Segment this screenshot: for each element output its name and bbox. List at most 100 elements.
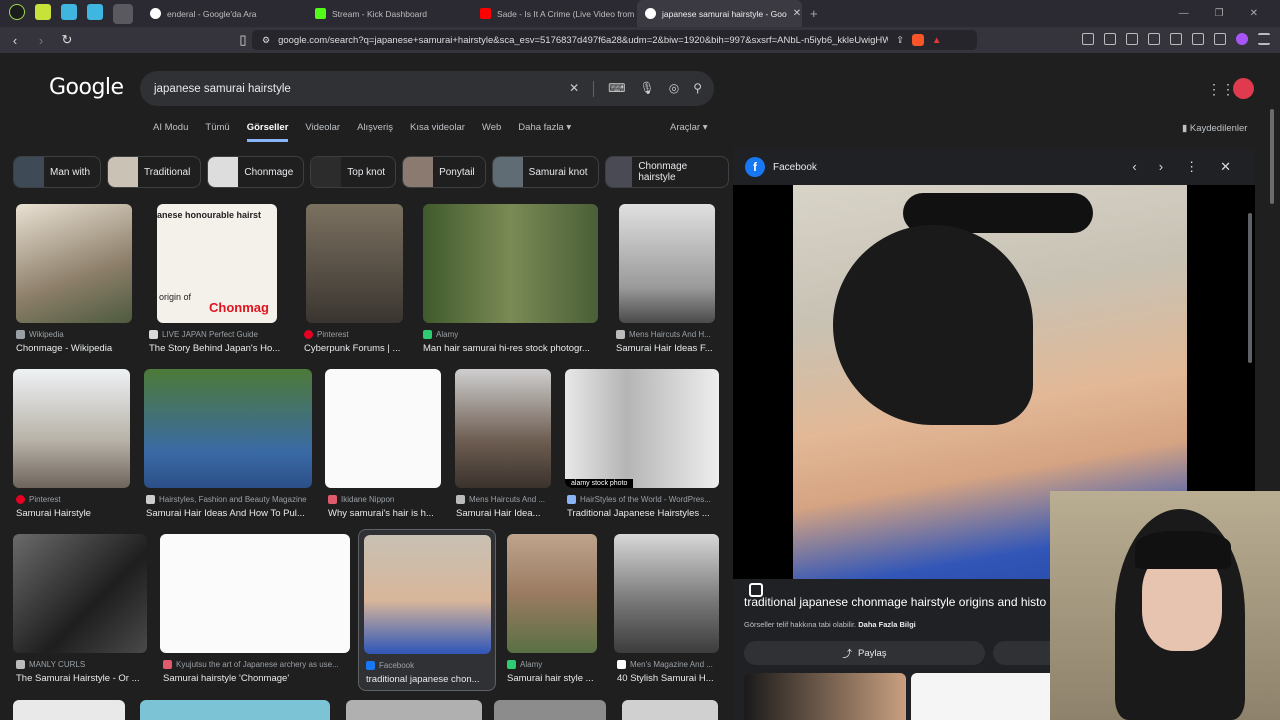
sidebar-icon[interactable] bbox=[1148, 33, 1160, 45]
share-button[interactable]: ⤴ Paylaş bbox=[744, 641, 985, 665]
related-image[interactable] bbox=[911, 673, 1061, 720]
image-result[interactable]: Ikidane Nippon Why samurai's hair is h..… bbox=[325, 369, 442, 521]
bookmark-icon[interactable]: ▯ bbox=[236, 32, 250, 48]
close-icon[interactable]: ✕ bbox=[1220, 159, 1231, 175]
image-result[interactable]: Men's Magazine And ... 40 Stylish Samura… bbox=[614, 534, 720, 686]
page-scrollbar[interactable] bbox=[1270, 109, 1274, 204]
new-tab-button[interactable]: + bbox=[802, 6, 818, 21]
chip-traditional[interactable]: Traditional bbox=[107, 156, 202, 188]
microphone-icon[interactable]: 🎙 bbox=[639, 81, 654, 97]
chip-samurai-knot[interactable]: Samurai knot bbox=[491, 156, 599, 188]
reload-icon[interactable]: ↻ bbox=[60, 32, 74, 48]
filter-ai-mode[interactable]: AI Modu bbox=[153, 122, 188, 142]
more-options-icon[interactable]: ⋮ bbox=[1185, 159, 1198, 175]
save-button[interactable] bbox=[993, 641, 1053, 665]
image-result[interactable]: anese honourable hairst origin of Chonma… bbox=[149, 204, 285, 356]
pinned-app-icon[interactable] bbox=[113, 3, 133, 24]
browser-tab[interactable]: Sade - Is It A Crime (Live Video from bbox=[472, 0, 637, 27]
image-result-partial[interactable] bbox=[622, 700, 718, 720]
music-icon[interactable] bbox=[1126, 33, 1138, 45]
avatar[interactable] bbox=[1233, 78, 1254, 99]
filter-all[interactable]: Tümü bbox=[205, 122, 229, 142]
browser-tab-active[interactable]: japanese samurai hairstyle - Goo ✕ bbox=[637, 0, 802, 27]
restore-icon[interactable]: ❐ bbox=[1215, 8, 1224, 19]
screenshot-icon[interactable] bbox=[1082, 33, 1094, 45]
overlay-text: anese honourable hairst bbox=[157, 210, 262, 220]
address-bar[interactable]: ⚙ google.com/search?q=japanese+samurai+h… bbox=[252, 30, 977, 50]
minimize-icon[interactable]: — bbox=[1179, 8, 1189, 19]
image-result[interactable]: alamy stock photo HairStyles of the Worl… bbox=[565, 369, 720, 521]
back-icon[interactable]: ‹ bbox=[8, 33, 22, 48]
image-result[interactable]: MANLY CURLS The Samurai Hairstyle - Or .… bbox=[13, 534, 148, 686]
result-image bbox=[455, 369, 551, 488]
result-title: Samurai Hair Idea... bbox=[456, 508, 541, 519]
image-result-selected[interactable]: Facebook traditional japanese chon... bbox=[358, 529, 496, 691]
pinned-app-icon[interactable] bbox=[9, 3, 25, 20]
site-settings-icon[interactable]: ⚙ bbox=[262, 35, 270, 46]
brave-rewards-icon[interactable]: ▲ bbox=[932, 35, 941, 46]
chip-ponytail[interactable]: Ponytail bbox=[402, 156, 486, 188]
filter-shopping[interactable]: Alışveriş bbox=[357, 122, 393, 142]
image-result-partial[interactable] bbox=[346, 700, 482, 720]
saved-button[interactable]: ▮ Kaydedilenler bbox=[1182, 123, 1247, 134]
image-result-partial[interactable] bbox=[140, 700, 330, 720]
filter-short-videos[interactable]: Kısa videolar bbox=[410, 122, 465, 142]
chip-man-with[interactable]: Man with bbox=[13, 156, 102, 188]
image-result[interactable]: Mens Haircuts And H... Samurai Hair Idea… bbox=[616, 204, 716, 356]
image-result-partial[interactable] bbox=[13, 700, 125, 720]
browser-tab[interactable]: enderal - Google'da Ara bbox=[142, 0, 307, 27]
image-result[interactable]: Hairstyles, Fashion and Beauty Magazine … bbox=[144, 369, 312, 521]
image-result[interactable]: Wikipedia Chonmage - Wikipedia bbox=[16, 204, 132, 356]
tools-button[interactable]: Araçlar ▾ bbox=[670, 122, 708, 133]
panel-scrollbar[interactable] bbox=[1248, 213, 1252, 363]
result-title: 40 Stylish Samurai H... bbox=[617, 673, 714, 684]
next-icon[interactable]: › bbox=[1159, 159, 1163, 175]
image-result[interactable]: Kyujutsu the art of Japanese archery as … bbox=[160, 534, 350, 686]
brave-shield-icon[interactable] bbox=[912, 34, 925, 46]
wallet-icon[interactable] bbox=[1170, 33, 1182, 45]
close-tab-icon[interactable]: ✕ bbox=[793, 8, 801, 19]
pinned-app-icon[interactable] bbox=[61, 3, 77, 20]
search-filters: AI Modu Tümü Görseller Videolar Alışveri… bbox=[153, 122, 571, 142]
search-icon[interactable]: ⚲ bbox=[693, 81, 702, 97]
ai-icon[interactable] bbox=[1192, 33, 1204, 45]
vpn-icon[interactable] bbox=[1214, 33, 1226, 45]
image-result[interactable]: Alamy Man hair samurai hi-res stock phot… bbox=[423, 204, 599, 356]
google-logo[interactable]: Google bbox=[49, 75, 124, 100]
result-image bbox=[614, 534, 719, 653]
filter-videos[interactable]: Videolar bbox=[305, 122, 340, 142]
previous-icon[interactable]: ‹ bbox=[1132, 159, 1136, 175]
search-input[interactable]: japanese samurai hairstyle ✕ ⌨ 🎙 ◎ ⚲ bbox=[140, 71, 714, 106]
image-result-partial[interactable] bbox=[494, 700, 606, 720]
keyboard-icon[interactable]: ⌨ bbox=[608, 81, 625, 97]
chip-label: Chonmage bbox=[244, 166, 294, 178]
filter-more[interactable]: Daha fazla ▾ bbox=[518, 122, 571, 142]
clear-icon[interactable]: ✕ bbox=[569, 81, 579, 97]
pinned-app-icon[interactable] bbox=[87, 3, 103, 20]
filter-images[interactable]: Görseller bbox=[246, 122, 289, 142]
filter-web[interactable]: Web bbox=[482, 122, 501, 142]
copyright-note: Görseller telif hakkına tabi olabilir. D… bbox=[744, 620, 916, 629]
source-favicon bbox=[567, 495, 576, 504]
image-result[interactable]: Pinterest Samurai Hairstyle bbox=[13, 369, 131, 521]
menu-icon[interactable] bbox=[1258, 33, 1270, 45]
browser-tab[interactable]: Stream - Kick Dashboard bbox=[307, 0, 472, 27]
forward-icon[interactable]: › bbox=[34, 33, 48, 48]
pinned-app-icon[interactable] bbox=[35, 3, 51, 20]
result-title: Why samurai's hair is h... bbox=[328, 508, 434, 519]
image-result[interactable]: Mens Haircuts And ... Samurai Hair Idea.… bbox=[455, 369, 551, 521]
share-icon[interactable]: ⇪ bbox=[896, 35, 904, 46]
chip-chonmage[interactable]: Chonmage bbox=[207, 156, 305, 188]
related-image[interactable] bbox=[744, 673, 906, 720]
panel-source[interactable]: Facebook bbox=[773, 162, 817, 173]
learn-more-link[interactable]: Daha Fazla Bilgi bbox=[858, 620, 916, 629]
download-icon[interactable] bbox=[1104, 33, 1116, 45]
chip-top-knot[interactable]: Top knot bbox=[310, 156, 397, 188]
extension-icon[interactable] bbox=[1236, 33, 1248, 45]
close-window-icon[interactable]: ✕ bbox=[1250, 8, 1258, 19]
image-result[interactable]: Pinterest Cyberpunk Forums | ... bbox=[304, 204, 404, 356]
image-result[interactable]: Alamy Samurai hair style ... bbox=[507, 534, 598, 686]
chip-chonmage-hairstyle[interactable]: Chonmage hairstyle bbox=[604, 156, 729, 188]
lens-icon[interactable]: ◎ bbox=[669, 81, 679, 97]
panel-title[interactable]: traditional japanese chonmage hairstyle … bbox=[744, 595, 1054, 609]
